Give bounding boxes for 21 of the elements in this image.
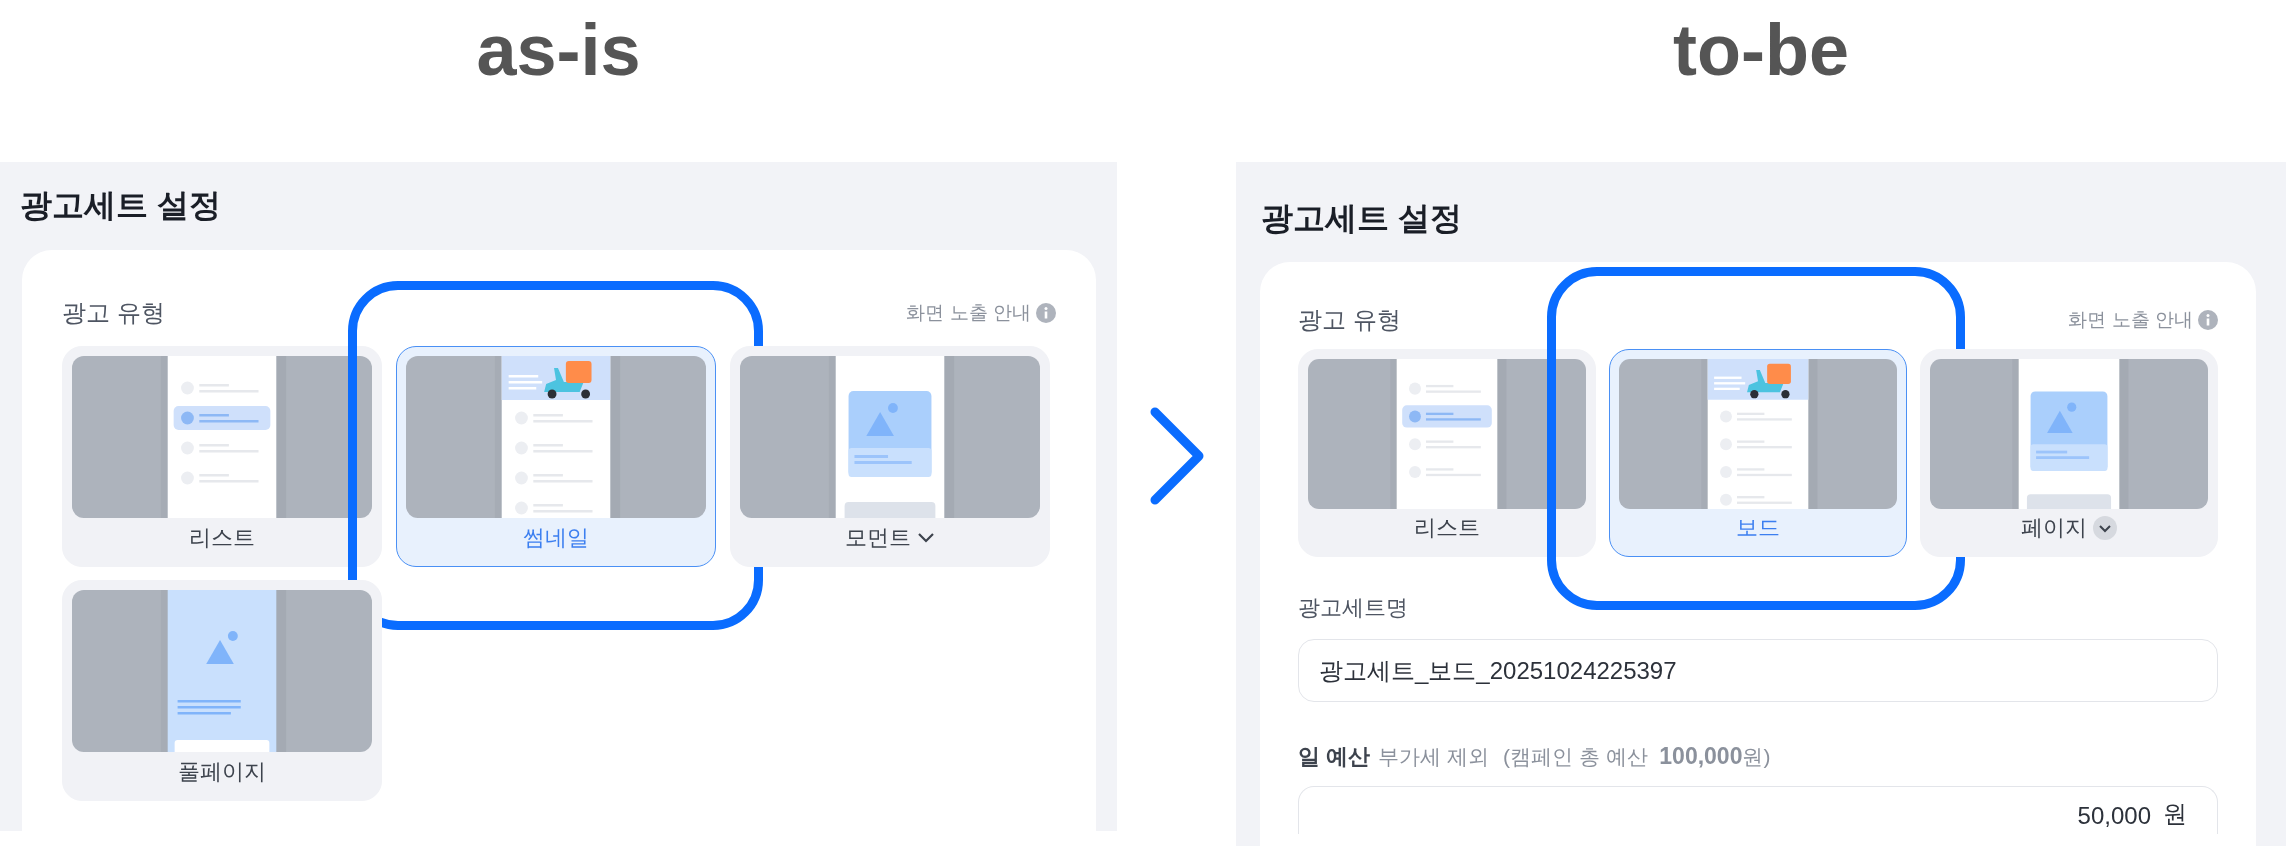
section-label: 광고 유형 — [62, 298, 165, 328]
ad-type-option[interactable]: 리스트 — [1298, 349, 1596, 557]
budget-hint: (캠페인 총 예산 100,000원) — [1502, 742, 1771, 771]
vat-note: 부가세 제외 — [1378, 744, 1489, 770]
info-icon — [1036, 303, 1056, 323]
section-label: 광고 유형 — [1298, 305, 1401, 335]
ad-type-option[interactable]: 리스트 — [62, 346, 382, 567]
chevron-down-icon — [917, 531, 935, 544]
field-label: 일 예산 — [1298, 743, 1371, 771]
budget-field[interactable]: 50,000 원 — [1298, 786, 2218, 834]
panel-title: 광고세트 설정 — [1260, 199, 1463, 238]
panel-title: 광고세트 설정 — [19, 186, 222, 225]
comparison-heading: to-be — [1673, 9, 1849, 92]
comparison-heading: as-is — [476, 9, 641, 92]
ad-type-option[interactable]: 페이지 — [1920, 349, 2218, 557]
info-icon — [2198, 310, 2218, 330]
field-label: 광고세트명 — [1298, 594, 1409, 622]
chevron-down-icon — [2093, 516, 2117, 540]
ad-type-option[interactable]: 모먼트 — [730, 346, 1050, 567]
input-field[interactable]: 광고세트_보드_20251024225397 — [1298, 639, 2218, 702]
ad-type-option[interactable]: 풀페이지 — [62, 580, 382, 801]
